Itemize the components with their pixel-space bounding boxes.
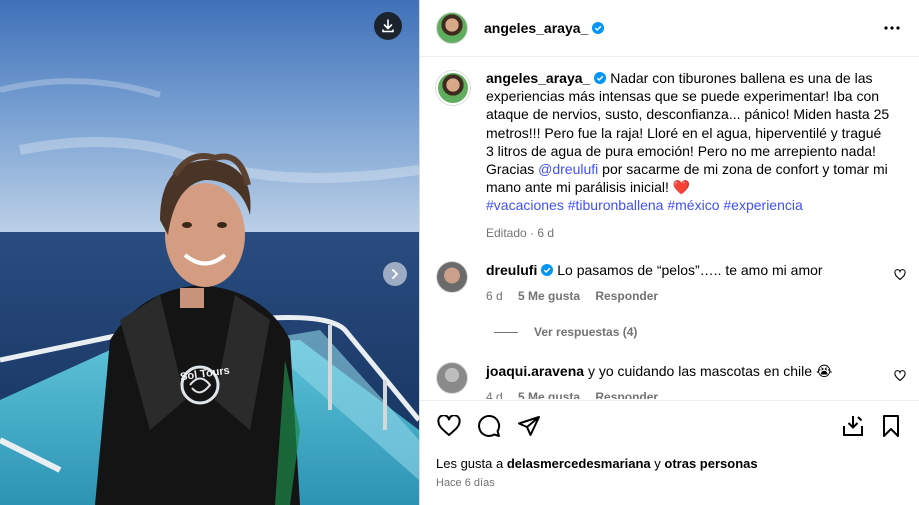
hashtag[interactable]: #tiburonballena [568,197,664,213]
caption-mention[interactable]: @dreulufi [538,161,598,177]
replies-divider [494,331,518,333]
more-options-button[interactable] [880,16,904,40]
comment-button[interactable] [476,413,502,439]
comment-meta: 6 d 5 Me gusta Responder [486,287,876,305]
like-button[interactable] [436,413,462,439]
comment-item: joaqui.aravena y yo cuidando las mascota… [436,362,906,399]
comment-item: dreulufi Lo pasamos de “pelos”….. te amo… [436,261,906,305]
hashtag[interactable]: #méxico [667,197,719,213]
likes-prefix: Les gusta a [436,456,504,471]
comment-likes[interactable]: 5 Me gusta [518,390,580,399]
comments-area[interactable]: angeles_araya_ Nadar con tiburones balle… [420,57,919,399]
author-avatar[interactable] [436,12,468,44]
heart-icon [437,415,461,436]
verified-badge-icon [594,72,607,84]
hashtag[interactable]: #vacaciones [486,197,564,213]
send-icon [518,416,540,436]
likes-user[interactable]: delasmercedesmariana [507,456,651,471]
next-photo-button[interactable] [383,262,407,286]
verified-badge-icon [541,264,554,276]
caption-author-text[interactable]: angeles_araya_ [486,70,590,86]
comment-age[interactable]: 4 d [486,390,503,399]
caption-author-avatar[interactable] [436,71,470,105]
comment-body: joaqui.aravena y yo cuidando las mascota… [486,362,876,399]
commenter-username[interactable]: dreulufi [486,262,554,278]
caption-author[interactable]: angeles_araya_ [486,70,607,86]
comment-text: y yo cuidando las mascotas en chile 😭 [587,363,833,379]
post-caption: angeles_araya_ Nadar con tiburones balle… [436,69,906,242]
comment-text: Lo pasamos de “pelos”….. te amo mi amor [557,262,823,278]
more-horizontal-icon [884,26,900,30]
likes-others[interactable]: otras personas [664,456,757,471]
chevron-right-icon [392,269,399,279]
view-replies-label[interactable]: Ver respuestas (4) [534,325,637,339]
caption-emoji: ❤️ [672,179,691,196]
post-dialog: Sol Tours angeles_araya_ angeles_araya_ … [0,0,919,505]
author-username[interactable]: angeles_araya_ [484,20,605,36]
bookmark-button[interactable] [878,413,904,439]
comment-age[interactable]: 6 d [486,289,503,303]
post-header: angeles_araya_ [420,0,919,57]
action-icons [436,413,906,441]
photo-scene [0,0,419,505]
likes-summary: Les gusta a delasmercedesmariana y otras… [436,456,758,471]
comment-like-heart-icon[interactable] [894,370,906,382]
commenter-avatar[interactable] [436,362,468,394]
post-side-panel: angeles_araya_ angeles_araya_ Nadar con … [419,0,919,505]
likes-middle: y [654,456,661,471]
reply-button[interactable]: Responder [595,289,658,303]
post-actions: Les gusta a delasmercedesmariana y otras… [420,400,919,505]
commenter-username[interactable]: joaqui.aravena [486,363,584,379]
comment-likes[interactable]: 5 Me gusta [518,289,580,303]
commenter-username-text[interactable]: dreulufi [486,262,537,278]
post-photo: Sol Tours [0,0,419,505]
commenter-avatar[interactable] [436,261,468,293]
caption-body: angeles_araya_ Nadar con tiburones balle… [486,69,891,242]
comment-body: dreulufi Lo pasamos de “pelos”….. te amo… [486,261,876,305]
view-replies-button[interactable]: Ver respuestas (4) [494,325,637,339]
comment-like-heart-icon[interactable] [894,269,906,281]
comment-meta: 4 d 5 Me gusta Responder [486,388,876,399]
download-icon [382,19,394,33]
post-timestamp[interactable]: Hace 6 días [436,477,495,489]
download-button[interactable] [374,12,402,40]
comment-icon [478,415,501,437]
caption-meta: Editado · 6 d [486,225,555,240]
reply-button[interactable]: Responder [595,390,658,399]
bookmark-icon [883,415,899,437]
author-username-text[interactable]: angeles_araya_ [484,20,588,36]
verified-badge-icon [592,22,605,34]
save-download-icon [843,416,863,436]
save-download-button[interactable] [840,413,866,439]
share-button[interactable] [516,413,542,439]
hashtag[interactable]: #experiencia [723,197,802,213]
